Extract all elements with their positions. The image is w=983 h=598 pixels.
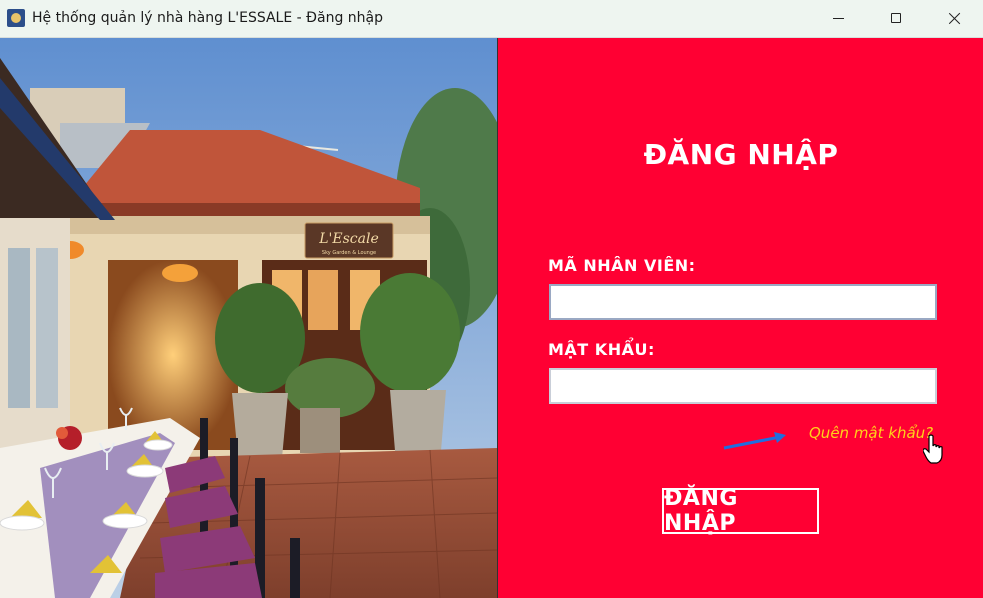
- hand-cursor-icon: [923, 434, 943, 464]
- employee-id-label: MÃ NHÂN VIÊN:: [548, 256, 696, 275]
- restaurant-photo: L'Escale Sky Garden & Lounge: [0, 38, 497, 598]
- close-button[interactable]: [925, 0, 983, 36]
- sign-text: L'Escale: [318, 231, 379, 247]
- login-button[interactable]: ĐĂNG NHẬP: [662, 486, 819, 536]
- minimize-button[interactable]: [809, 0, 867, 36]
- close-icon: [948, 12, 961, 25]
- password-input[interactable]: [549, 368, 937, 404]
- login-heading: ĐĂNG NHẬP: [643, 138, 839, 171]
- minimize-icon: [832, 17, 844, 19]
- maximize-button[interactable]: [867, 0, 925, 36]
- employee-id-input[interactable]: [549, 284, 937, 320]
- title-bar: Hệ thống quản lý nhà hàng L'ESSALE - Đăn…: [0, 0, 983, 38]
- login-panel: ĐĂNG NHẬP MÃ NHÂN VIÊN: MẬT KHẨU: Quên m…: [497, 38, 983, 598]
- login-window: Hệ thống quản lý nhà hàng L'ESSALE - Đăn…: [0, 0, 983, 598]
- forgot-password-link[interactable]: Quên mật khẩu?: [809, 424, 933, 442]
- maximize-icon: [891, 13, 901, 23]
- window-title: Hệ thống quản lý nhà hàng L'ESSALE - Đăn…: [32, 10, 384, 26]
- sign-subtext: Sky Garden & Lounge: [322, 250, 376, 256]
- app-icon: [7, 9, 25, 27]
- password-label: MẬT KHẨU:: [548, 340, 655, 359]
- annotation-arrow-icon: [723, 432, 786, 450]
